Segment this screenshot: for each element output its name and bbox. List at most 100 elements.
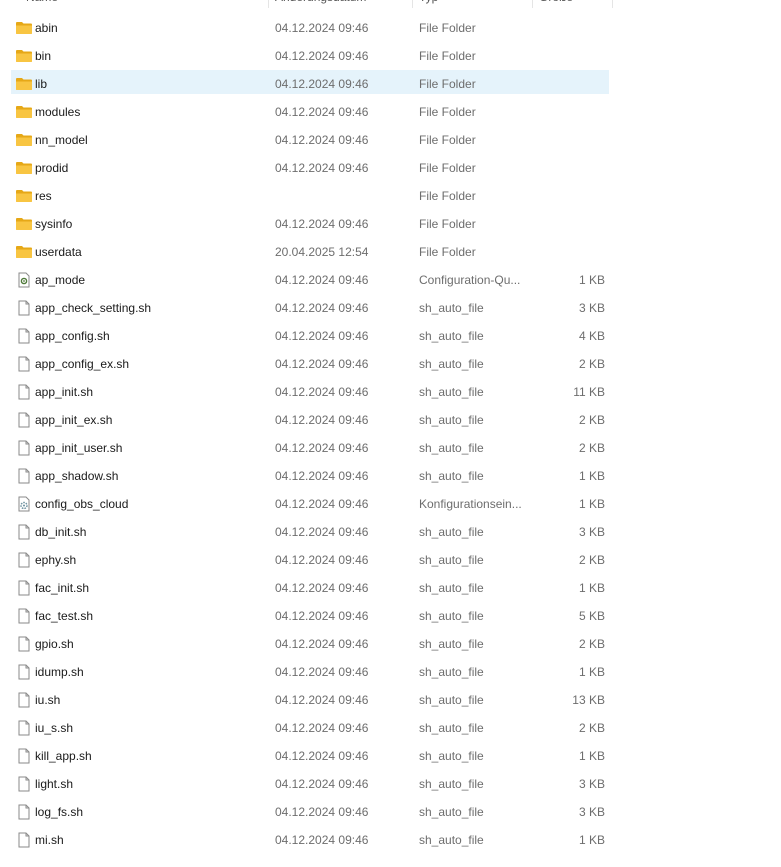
file-size: 1 KB (578, 273, 605, 287)
file-type: File Folder (419, 49, 476, 63)
file-row-light-sh[interactable]: light.sh 04.12.2024 09:46 sh_auto_file 3… (0, 770, 781, 798)
file-row-gpio-sh[interactable]: gpio.sh 04.12.2024 09:46 sh_auto_file 2 … (0, 630, 781, 658)
file-row-fac-test-sh[interactable]: fac_test.sh 04.12.2024 09:46 sh_auto_fil… (0, 602, 781, 630)
file-icon (15, 300, 33, 316)
file-row-fac-init-sh[interactable]: fac_init.sh 04.12.2024 09:46 sh_auto_fil… (0, 574, 781, 602)
file-type: Configuration-Qu... (419, 273, 521, 287)
file-type: sh_auto_file (419, 693, 484, 707)
config-file-icon (15, 272, 33, 288)
file-row-nn-model[interactable]: nn_model 04.12.2024 09:46 File Folder (0, 126, 781, 154)
file-type: sh_auto_file (419, 329, 484, 343)
file-date: 04.12.2024 09:46 (275, 777, 369, 791)
file-icon (15, 412, 33, 428)
file-date: 04.12.2024 09:46 (275, 441, 369, 455)
file-row-iu-s-sh[interactable]: iu_s.sh 04.12.2024 09:46 sh_auto_file 2 … (0, 714, 781, 742)
file-size: 3 KB (578, 525, 605, 539)
file-row-bin[interactable]: bin 04.12.2024 09:46 File Folder (0, 42, 781, 70)
file-name: config_obs_cloud (35, 497, 129, 511)
file-icon (15, 580, 33, 596)
file-row-ephy-sh[interactable]: ephy.sh 04.12.2024 09:46 sh_auto_file 2 … (0, 546, 781, 574)
folder-icon (15, 20, 33, 36)
file-type: File Folder (419, 105, 476, 119)
file-row-app-config-sh[interactable]: app_config.sh 04.12.2024 09:46 sh_auto_f… (0, 322, 781, 350)
file-size: 1 KB (578, 749, 605, 763)
file-row-userdata[interactable]: userdata 20.04.2025 12:54 File Folder (0, 238, 781, 266)
file-size (533, 14, 605, 42)
file-size: 2 KB (578, 357, 605, 371)
file-icon (15, 748, 33, 764)
file-row-log-fs-sh[interactable]: log_fs.sh 04.12.2024 09:46 sh_auto_file … (0, 798, 781, 826)
file-type: sh_auto_file (419, 469, 484, 483)
file-row-app-shadow-sh[interactable]: app_shadow.sh 04.12.2024 09:46 sh_auto_f… (0, 462, 781, 490)
file-name: kill_app.sh (35, 749, 92, 763)
folder-icon (15, 160, 33, 176)
file-date: 04.12.2024 09:46 (275, 497, 369, 511)
file-row-ap-mode[interactable]: ap_mode 04.12.2024 09:46 Configuration-Q… (0, 266, 781, 294)
file-size (533, 210, 605, 238)
file-row-lib[interactable]: lib 04.12.2024 09:46 File Folder (0, 70, 781, 98)
file-row-idump-sh[interactable]: idump.sh 04.12.2024 09:46 sh_auto_file 1… (0, 658, 781, 686)
file-type: File Folder (419, 217, 476, 231)
file-date: 04.12.2024 09:46 (275, 77, 369, 91)
column-header-date[interactable]: Änderungsdatum (269, 0, 413, 8)
file-date: 04.12.2024 09:46 (275, 21, 369, 35)
file-date: 04.12.2024 09:46 (275, 721, 369, 735)
file-name: db_init.sh (35, 525, 87, 539)
file-row-mi-sh[interactable]: mi.sh 04.12.2024 09:46 sh_auto_file 1 KB (0, 826, 781, 854)
file-date: 04.12.2024 09:46 (275, 553, 369, 567)
file-size: 3 KB (578, 805, 605, 819)
file-name: sysinfo (35, 217, 73, 231)
file-row-app-init-user-sh[interactable]: app_init_user.sh 04.12.2024 09:46 sh_aut… (0, 434, 781, 462)
folder-icon (15, 244, 33, 260)
file-icon (15, 832, 33, 848)
column-header-size[interactable]: Größe (533, 0, 613, 8)
file-date: 04.12.2024 09:46 (275, 693, 369, 707)
file-icon (15, 356, 33, 372)
file-type: sh_auto_file (419, 385, 484, 399)
file-icon (15, 384, 33, 400)
file-row-abin[interactable]: abin 04.12.2024 09:46 File Folder (0, 14, 781, 42)
file-size: 13 KB (572, 693, 605, 707)
file-row-iu-sh[interactable]: iu.sh 04.12.2024 09:46 sh_auto_file 13 K… (0, 686, 781, 714)
file-row-app-check-setting-sh[interactable]: app_check_setting.sh 04.12.2024 09:46 sh… (0, 294, 781, 322)
file-date: 04.12.2024 09:46 (275, 581, 369, 595)
file-icon (15, 524, 33, 540)
folder-icon (15, 216, 33, 232)
file-size: 3 KB (578, 301, 605, 315)
file-row-prodid[interactable]: prodid 04.12.2024 09:46 File Folder (0, 154, 781, 182)
file-type: File Folder (419, 77, 476, 91)
file-size (533, 42, 605, 70)
file-type: File Folder (419, 161, 476, 175)
file-name: app_shadow.sh (35, 469, 119, 483)
folder-icon (15, 104, 33, 120)
file-row-app-init-ex-sh[interactable]: app_init_ex.sh 04.12.2024 09:46 sh_auto_… (0, 406, 781, 434)
file-name: nn_model (35, 133, 88, 147)
file-type: sh_auto_file (419, 357, 484, 371)
file-name: ap_mode (35, 273, 86, 287)
file-row-db-init-sh[interactable]: db_init.sh 04.12.2024 09:46 sh_auto_file… (0, 518, 781, 546)
file-size (533, 182, 605, 210)
file-type: sh_auto_file (419, 833, 484, 847)
column-header-name[interactable]: Name (20, 0, 269, 8)
file-icon (15, 552, 33, 568)
file-row-res[interactable]: res File Folder (0, 182, 781, 210)
file-type: sh_auto_file (419, 777, 484, 791)
file-row-modules[interactable]: modules 04.12.2024 09:46 File Folder (0, 98, 781, 126)
file-row-sysinfo[interactable]: sysinfo 04.12.2024 09:46 File Folder (0, 210, 781, 238)
file-size: 2 KB (578, 441, 605, 455)
file-date: 04.12.2024 09:46 (275, 161, 369, 175)
file-name: res (35, 189, 52, 203)
file-row-app-init-sh[interactable]: app_init.sh 04.12.2024 09:46 sh_auto_fil… (0, 378, 781, 406)
file-size: 1 KB (578, 665, 605, 679)
file-type: sh_auto_file (419, 413, 484, 427)
file-size (533, 70, 605, 98)
folder-icon (15, 188, 33, 204)
file-name: app_config.sh (35, 329, 110, 343)
file-row-config-obs-cloud[interactable]: config_obs_cloud 04.12.2024 09:46 Konfig… (0, 490, 781, 518)
file-type: sh_auto_file (419, 637, 484, 651)
file-row-kill-app-sh[interactable]: kill_app.sh 04.12.2024 09:46 sh_auto_fil… (0, 742, 781, 770)
file-date: 04.12.2024 09:46 (275, 609, 369, 623)
column-header-type[interactable]: Typ (413, 0, 533, 8)
file-row-app-config-ex-sh[interactable]: app_config_ex.sh 04.12.2024 09:46 sh_aut… (0, 350, 781, 378)
file-name: app_config_ex.sh (35, 357, 130, 371)
